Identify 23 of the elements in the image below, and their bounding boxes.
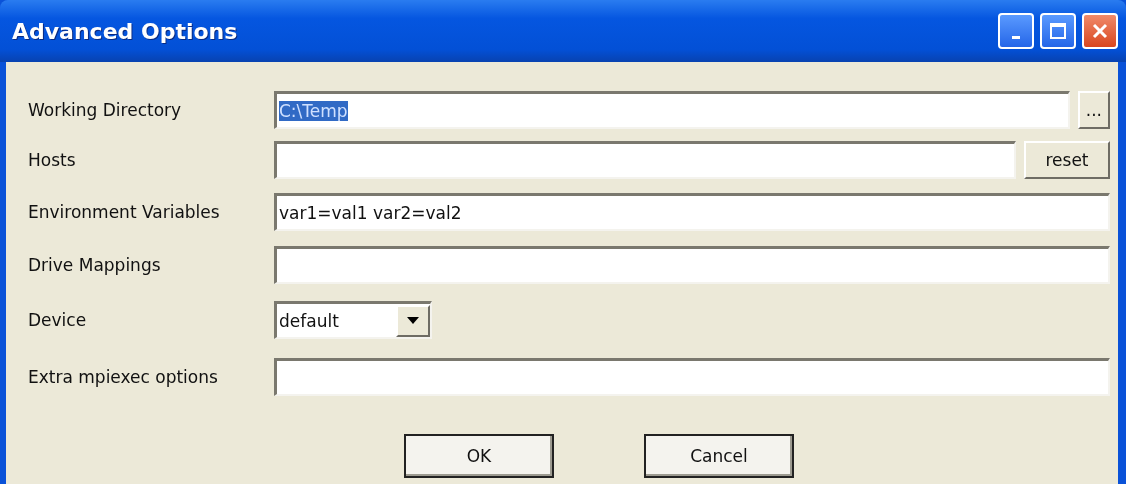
field-label: Working Directory <box>28 100 183 120</box>
input-field[interactable] <box>274 246 1110 284</box>
minimize-button[interactable] <box>998 13 1034 49</box>
maximize-button[interactable] <box>1040 13 1076 49</box>
input-field[interactable] <box>274 358 1110 396</box>
field-label: Extra mpiexec options <box>28 367 219 387</box>
reset-button[interactable]: reset <box>1024 141 1110 179</box>
close-button[interactable] <box>1082 13 1118 49</box>
field-label: Hosts <box>28 150 77 170</box>
window-title: Advanced Options <box>12 18 238 44</box>
input-field[interactable] <box>274 141 1016 179</box>
input-field[interactable]: var1=val1 var2=val2 <box>274 193 1110 231</box>
browse-button[interactable]: ... <box>1077 91 1110 129</box>
close-icon <box>1091 22 1109 40</box>
cancel-button[interactable]: Cancel <box>644 434 794 478</box>
ok-button[interactable]: OK <box>404 434 554 478</box>
maximize-icon <box>1049 22 1067 40</box>
field-label: Drive Mappings <box>28 255 162 275</box>
field-label: Device <box>28 310 88 330</box>
minimize-icon <box>1012 35 1020 39</box>
field-label: Environment Variables <box>28 202 221 222</box>
input-field[interactable]: C:\Temp <box>274 91 1070 129</box>
device-dropdown[interactable]: default <box>274 301 432 339</box>
